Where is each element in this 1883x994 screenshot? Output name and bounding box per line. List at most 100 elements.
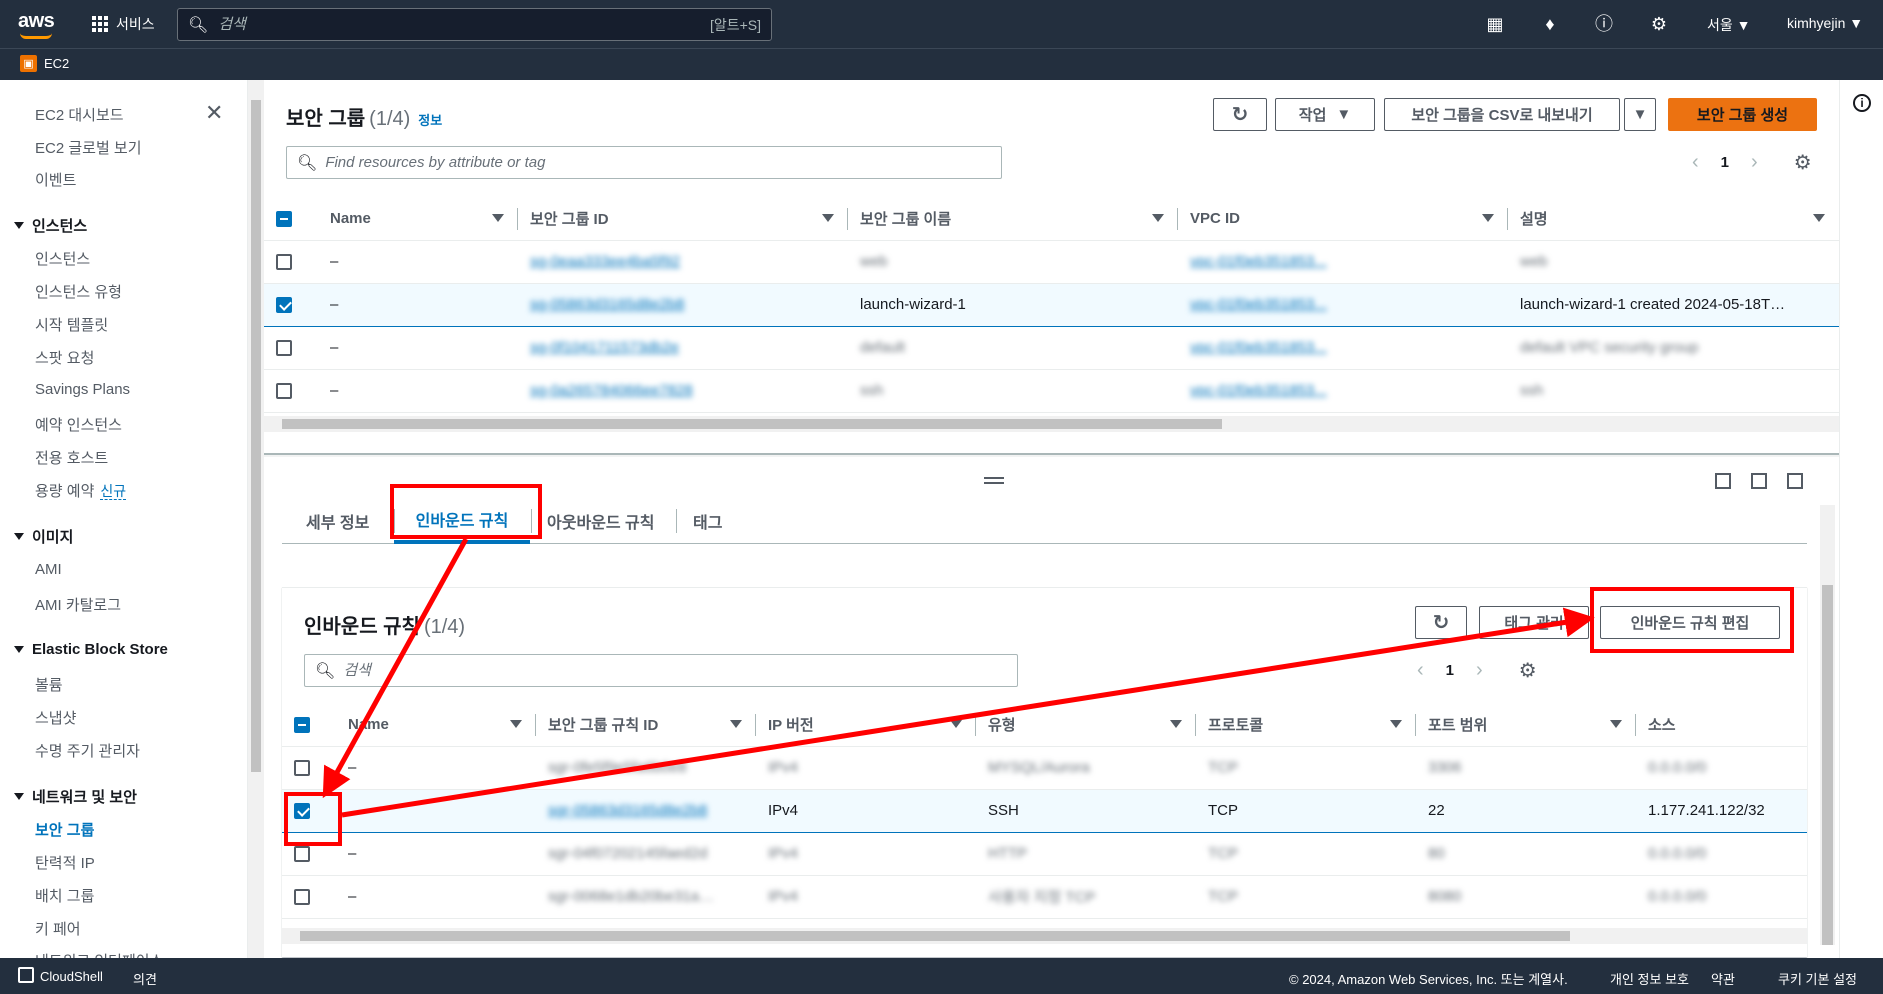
- resource-filter[interactable]: 🔍︎: [286, 146, 1002, 179]
- privacy-link[interactable]: 개인 정보 보호: [1610, 969, 1689, 988]
- nav-savings-plans[interactable]: Savings Plans: [35, 381, 130, 398]
- bell-icon[interactable]: ♦: [1540, 14, 1560, 34]
- nav-group-instances[interactable]: 인스턴스: [14, 215, 87, 236]
- nav-dedicated-hosts[interactable]: 전용 호스트: [35, 447, 108, 468]
- nav-launch-templates[interactable]: 시작 템플릿: [35, 314, 108, 335]
- nav-reserved-instances[interactable]: 예약 인스턴스: [35, 414, 122, 435]
- chevron-left-icon[interactable]: ‹: [1692, 151, 1699, 174]
- cloudshell-icon[interactable]: [18, 967, 34, 983]
- page-number[interactable]: 1: [1446, 662, 1454, 679]
- cell-rule-id[interactable]: sgr-05863d3165d8e2b8: [548, 802, 707, 819]
- table-row-selected[interactable]: sgr-05863d3165d8e2b8 IPv4 SSH TCP 22 1.1…: [282, 788, 1807, 833]
- chevron-right-icon[interactable]: ›: [1476, 659, 1483, 682]
- inbound-search-input[interactable]: [343, 662, 1007, 679]
- column-header-source[interactable]: 소스: [1636, 704, 1807, 747]
- service-name[interactable]: EC2: [44, 56, 69, 71]
- gear-icon[interactable]: ⚙: [1649, 14, 1669, 34]
- row-checkbox[interactable]: [276, 254, 292, 271]
- export-csv-button[interactable]: 보안 그룹을 CSV로 내보내기: [1384, 98, 1620, 131]
- column-header-vpc-id[interactable]: VPC ID: [1178, 198, 1508, 241]
- column-header-rule-id[interactable]: 보안 그룹 규칙 ID: [536, 704, 756, 747]
- info-icon[interactable]: i: [1853, 94, 1871, 112]
- preferences-gear-icon[interactable]: ⚙: [1519, 658, 1537, 683]
- nav-group-network-security[interactable]: 네트워크 및 보안: [14, 786, 137, 807]
- table-row[interactable]: – sgr-0068e1db20be31a… IPv4 사용자 지정 TCP T…: [282, 875, 1807, 919]
- help-icon[interactable]: ⓘ: [1594, 14, 1614, 34]
- cell-rule-id[interactable]: sgr-04f07202145faed2d: [548, 845, 707, 862]
- chevron-left-icon[interactable]: ‹: [1417, 659, 1424, 682]
- nav-events[interactable]: 이벤트: [35, 169, 76, 190]
- page-number[interactable]: 1: [1721, 154, 1729, 171]
- nav-volumes[interactable]: 볼륨: [35, 674, 63, 695]
- column-header-group-id[interactable]: 보안 그룹 ID: [518, 198, 848, 241]
- nav-ec2-dashboard[interactable]: EC2 대시보드: [35, 104, 124, 125]
- nav-ami[interactable]: AMI: [35, 561, 62, 578]
- column-header-description[interactable]: 설명: [1508, 198, 1839, 241]
- cell-group-id[interactable]: sg-0eaa333ee4ba5f92: [530, 253, 680, 270]
- account-menu[interactable]: kimhyejin ▼: [1787, 15, 1863, 31]
- column-header-name[interactable]: Name: [318, 198, 518, 241]
- nav-group-ebs[interactable]: Elastic Block Store: [14, 641, 168, 658]
- global-search-input[interactable]: [218, 16, 710, 33]
- nav-group-images[interactable]: 이미지: [14, 526, 73, 547]
- manage-tags-button[interactable]: 태그 관리: [1479, 606, 1589, 639]
- cell-group-id[interactable]: sg-05863d3165d8e2b8: [530, 296, 684, 313]
- cloudshell-link[interactable]: CloudShell: [40, 969, 103, 984]
- cell-rule-id[interactable]: sgr-0068e1db20be31a…: [548, 888, 714, 905]
- table-row[interactable]: – sg-0a265784066ee7828 ssh vpc-01f0eb351…: [264, 369, 1839, 413]
- row-checkbox[interactable]: [294, 846, 310, 863]
- close-icon[interactable]: ✕: [205, 100, 223, 126]
- column-header-name[interactable]: Name: [336, 704, 536, 747]
- nav-key-pairs[interactable]: 키 페어: [35, 918, 81, 939]
- inbound-horizontal-scrollbar[interactable]: [282, 928, 1807, 944]
- refresh-button[interactable]: ↻: [1213, 98, 1267, 131]
- details-vertical-scrollbar[interactable]: [1820, 505, 1835, 945]
- cell-group-id[interactable]: sg-0f1041711573db2e: [530, 339, 679, 356]
- row-checkbox[interactable]: [276, 383, 292, 400]
- row-checkbox[interactable]: [276, 340, 292, 357]
- inbound-search[interactable]: 🔍︎: [304, 654, 1018, 687]
- table-row[interactable]: – sgr-04f07202145faed2d IPv4 HTTP TCP 80…: [282, 832, 1807, 876]
- nav-security-groups[interactable]: 보안 그룹: [35, 819, 94, 840]
- create-security-group-button[interactable]: 보안 그룹 생성: [1668, 98, 1817, 131]
- resource-filter-input[interactable]: [325, 154, 991, 171]
- feedback-link[interactable]: 의견: [133, 969, 157, 988]
- panel-bottom-icon[interactable]: [1715, 473, 1731, 489]
- nav-capacity-reservations[interactable]: 용량 예약 신규: [35, 480, 127, 501]
- cell-group-id[interactable]: sg-0a265784066ee7828: [530, 382, 693, 399]
- column-header-group-name[interactable]: 보안 그룹 이름: [848, 198, 1178, 241]
- sidebar-scrollbar[interactable]: [248, 80, 264, 958]
- column-header-type[interactable]: 유형: [976, 704, 1196, 747]
- column-header-ip-version[interactable]: IP 버전: [756, 704, 976, 747]
- nav-placement-groups[interactable]: 배치 그룹: [35, 885, 94, 906]
- nav-snapshots[interactable]: 스냅샷: [35, 707, 76, 728]
- chevron-right-icon[interactable]: ›: [1751, 151, 1758, 174]
- table-row-selected[interactable]: – sg-05863d3165d8e2b8 launch-wizard-1 vp…: [264, 282, 1839, 327]
- select-all-checkbox[interactable]: [294, 717, 310, 734]
- select-all-checkbox[interactable]: [276, 211, 292, 228]
- cell-rule-id[interactable]: sgr-0fe5f9e5fa6b0e8: [548, 759, 686, 776]
- resize-handle[interactable]: [984, 477, 1004, 484]
- table-row[interactable]: – sg-0eaa333ee4ba5f92 web vpc-01f0eb3518…: [264, 240, 1839, 284]
- tab-outbound-rules[interactable]: 아웃바운드 규칙: [547, 497, 655, 544]
- table-row[interactable]: – sg-0f1041711573db2e default vpc-01f0eb…: [264, 326, 1839, 370]
- row-checkbox[interactable]: [276, 297, 292, 314]
- cloudshell-icon[interactable]: ▦: [1485, 14, 1505, 34]
- column-header-protocol[interactable]: 프로토콜: [1196, 704, 1416, 747]
- nav-ami-catalog[interactable]: AMI 카탈로그: [35, 594, 121, 615]
- cell-vpc-id[interactable]: vpc-01f0eb351853...: [1190, 253, 1327, 270]
- tab-tags[interactable]: 태그: [693, 497, 722, 544]
- preferences-gear-icon[interactable]: ⚙: [1794, 150, 1812, 175]
- export-dropdown-button[interactable]: ▼: [1624, 98, 1656, 131]
- nav-instances[interactable]: 인스턴스: [35, 248, 90, 269]
- nav-ec2-global-view[interactable]: EC2 글로벌 보기: [35, 137, 142, 158]
- row-checkbox[interactable]: [294, 889, 310, 906]
- nav-spot-requests[interactable]: 스팟 요청: [35, 347, 94, 368]
- global-search[interactable]: 🔍︎ [알트+S]: [177, 8, 772, 41]
- nav-network-interfaces[interactable]: 네트워크 인터페이스: [35, 950, 163, 958]
- cell-vpc-id[interactable]: vpc-01f0eb351853...: [1190, 339, 1327, 356]
- row-checkbox[interactable]: [294, 760, 310, 777]
- info-link[interactable]: 정보: [418, 113, 442, 128]
- region-selector[interactable]: 서울 ▼: [1707, 15, 1751, 35]
- panel-side-icon[interactable]: [1751, 473, 1767, 489]
